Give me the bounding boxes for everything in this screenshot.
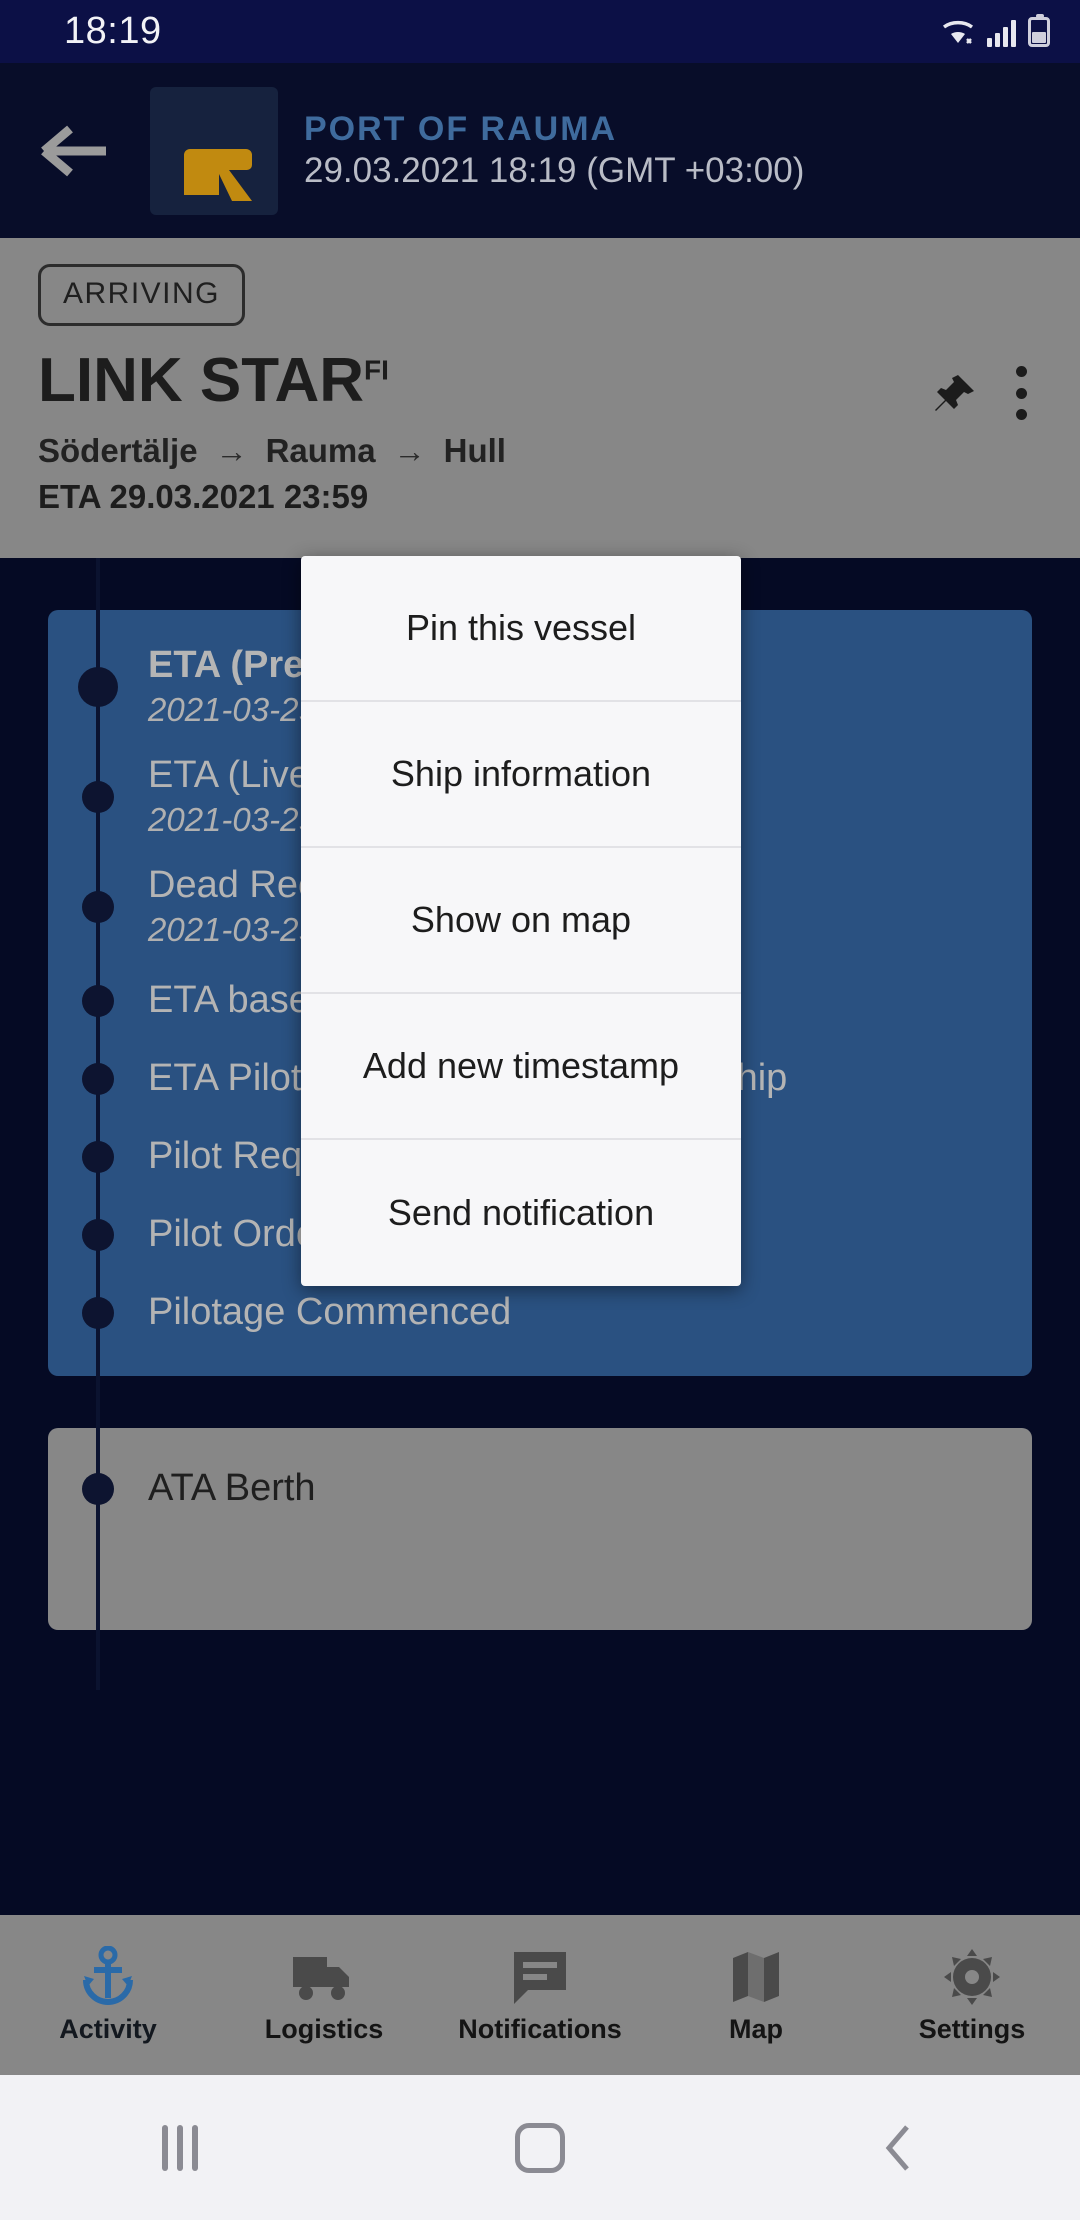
truck-icon [291,1946,357,2008]
timeline-dot-icon [82,1219,114,1251]
page-title: LINK STARFI [38,348,389,413]
menu-item-show-on-map[interactable]: Show on map [301,848,741,994]
cellular-signal-icon [987,19,1016,47]
timeline-item[interactable]: ATA Berth [48,1450,1032,1528]
vessel-actions [934,348,1042,420]
menu-item-pin-vessel[interactable]: Pin this vessel [301,556,741,702]
vessel-name-row: LINK STARFI [38,348,1042,420]
map-icon [729,1946,783,2008]
nav-label: Map [729,2013,783,2044]
anchor-icon [78,1945,138,2008]
nav-label: Activity [59,2013,157,2044]
home-icon [515,2122,565,2173]
app-bar-text: PORT OF RAUMA 29.03.2021 18:19 (GMT +03:… [304,110,804,191]
wifi-icon [941,17,975,47]
app-bar-timestamp: 29.03.2021 18:19 (GMT +03:00) [304,151,805,190]
timeline-dot-icon [82,891,114,923]
timeline-dot-icon [82,781,114,813]
nav-label: Logistics [264,2013,384,2044]
port-name: PORT OF RAUMA [304,110,618,148]
timeline-card-actual: ATA Berth [48,1376,1032,1690]
app-bar: PORT OF RAUMA 29.03.2021 18:19 (GMT +03:… [0,63,1080,238]
nav-item-settings[interactable]: Settings [864,1946,1080,2045]
nav-item-notifications[interactable]: Notifications [432,1946,648,2045]
system-recents-button[interactable] [0,2124,360,2171]
back-button[interactable] [0,63,150,238]
timeline-item-filler [48,1528,1032,1606]
recents-icon [162,2124,198,2171]
status-bar-clock: 18:19 [64,10,162,52]
vessel-eta: ETA 29.03.2021 23:59 [38,478,369,515]
route-origin: Södertälje [38,432,198,469]
nav-item-activity[interactable]: Activity [0,1945,216,2045]
menu-item-send-notification[interactable]: Send notification [301,1140,741,1286]
port-of-rauma-logo [150,86,278,215]
battery-icon [1028,13,1050,47]
vessel-name: LINK STAR [38,346,365,415]
context-menu[interactable]: Pin this vessel Ship information Show on… [301,556,741,1286]
nav-item-map[interactable]: Map [648,1946,864,2045]
app-root: 18:19 PORT OF RAUMA 29.03.2021 18:19 (GM… [0,0,1080,2220]
vessel-flag: FI [364,354,389,386]
menu-item-add-timestamp[interactable]: Add new timestamp [301,994,741,1140]
pin-icon[interactable] [934,371,978,415]
nav-label: Settings [918,2013,1026,2044]
nav-label: Notifications [458,2013,622,2044]
route-destination: Hull [443,432,506,469]
status-badge: ARRIVING [38,264,246,326]
timeline-dot-icon [82,1063,114,1095]
timeline-dot-icon [78,667,118,707]
nav-item-logistics[interactable]: Logistics [216,1946,432,2045]
timeline-dot-icon [82,1473,114,1505]
status-bar: 18:19 [0,0,1080,63]
system-back-button[interactable] [720,2121,1080,2175]
gear-icon [942,1946,1002,2008]
route-current: Rauma [265,432,376,469]
chat-bubble-icon [510,1946,570,2008]
timeline-dot-icon [82,985,114,1017]
vessel-header: ARRIVING LINK STARFI Södertälje → Rauma … [0,238,1080,558]
arrow-left-icon [41,125,106,176]
timeline-item-title: Pilotage Commenced [148,1291,512,1334]
timeline-dot-icon [82,1141,114,1173]
menu-item-ship-information[interactable]: Ship information [301,702,741,848]
route-arrow-2: → [393,432,426,469]
timeline-item-title: ATA Berth [148,1467,316,1510]
timeline-dot-icon [82,1297,114,1329]
system-navigation-bar [0,2075,1080,2220]
back-chevron-icon [885,2124,909,2171]
bottom-navigation: Activity Logistics Notifications Map Set… [0,1915,1080,2075]
route-arrow-1: → [215,432,248,469]
system-home-button[interactable] [360,2122,720,2173]
status-bar-icons [941,13,1050,47]
more-vertical-icon[interactable] [1012,366,1030,420]
breadcrumb: Södertälje → Rauma → Hull [38,432,1042,470]
